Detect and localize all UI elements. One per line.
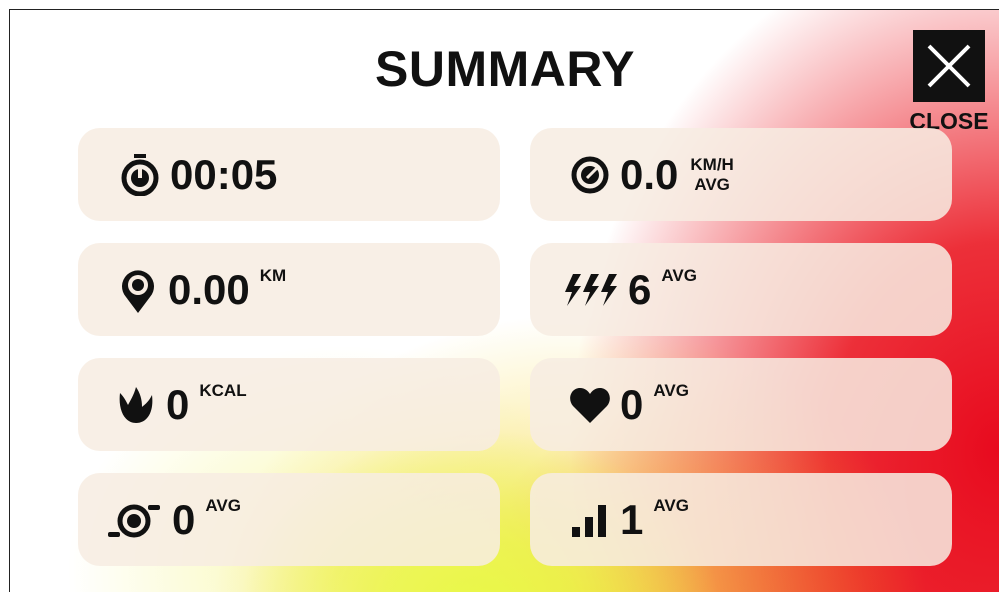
signal-bars-icon	[568, 498, 612, 542]
flame-icon	[114, 383, 158, 427]
summary-screen: SUMMARY CLOSE 00:05 0.0 KM/H AVG 0.00 KM…	[9, 9, 999, 592]
speed-unit-top: KM/H	[690, 154, 734, 174]
location-pin-icon	[116, 268, 160, 313]
power-value: 6	[628, 265, 652, 313]
level-unit: AVG	[653, 496, 689, 515]
heart-rate-unit: AVG	[653, 381, 689, 400]
speed-unit-bottom: AVG	[694, 174, 730, 194]
heart-rate-card: 0 AVG	[530, 358, 952, 451]
power-card: 6 AVG	[530, 243, 952, 336]
speedometer-icon	[568, 153, 612, 197]
cadence-value: 0	[172, 495, 196, 543]
speed-unit: KM/H AVG	[690, 155, 733, 195]
cadence-icon	[104, 498, 164, 542]
heart-icon	[568, 383, 612, 427]
power-unit: AVG	[661, 266, 697, 285]
distance-value: 0.00	[168, 265, 250, 313]
speed-card: 0.0 KM/H AVG	[530, 128, 952, 221]
speed-value: 0.0	[620, 150, 679, 198]
distance-unit: KM	[259, 266, 287, 285]
calories-value: 0	[166, 380, 190, 428]
level-value: 1	[620, 495, 644, 543]
time-card: 00:05	[78, 128, 500, 221]
cadence-unit: AVG	[205, 496, 241, 515]
calories-unit: KCAL	[199, 381, 247, 400]
time-value: 00:05	[170, 150, 278, 198]
calories-card: 0 KCAL	[78, 358, 500, 451]
heart-rate-value: 0	[620, 380, 644, 428]
lightning-bolts-icon	[560, 268, 620, 312]
cadence-card: 0 AVG	[78, 473, 500, 566]
close-icon[interactable]	[913, 30, 985, 102]
level-card: 1 AVG	[530, 473, 952, 566]
close-button[interactable]: CLOSE	[904, 30, 994, 135]
stopwatch-icon	[118, 153, 162, 197]
distance-card: 0.00 KM	[78, 243, 500, 336]
page-title: SUMMARY	[375, 41, 635, 97]
